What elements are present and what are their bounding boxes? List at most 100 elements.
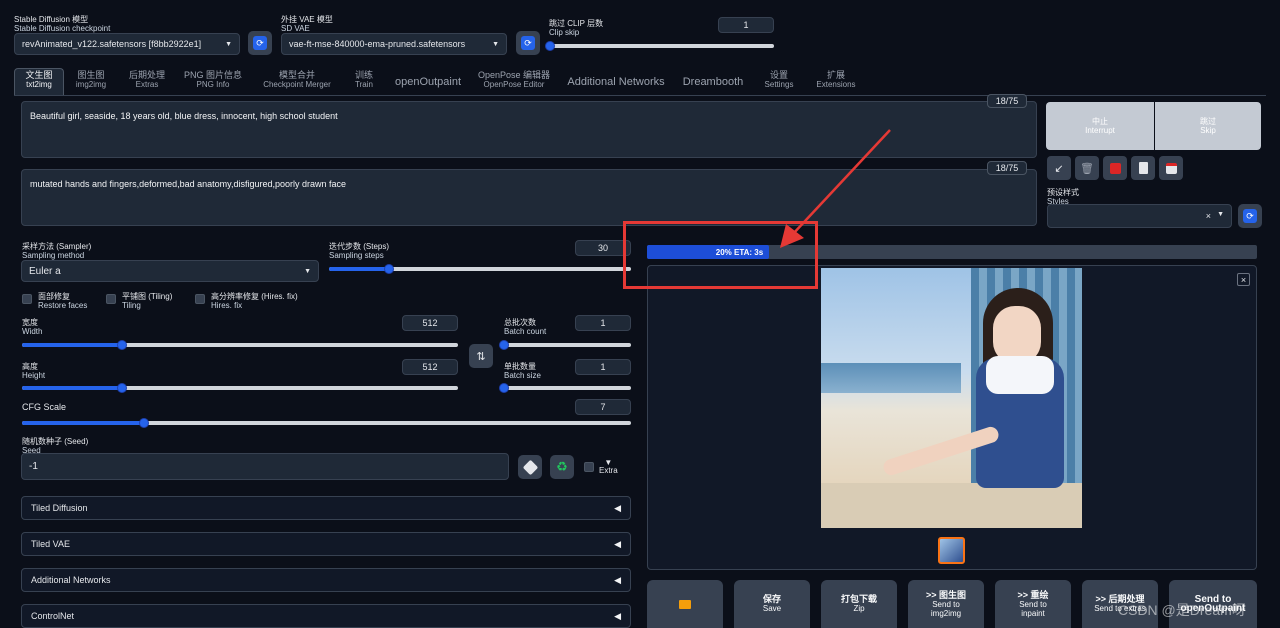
show-extra-networks-button[interactable] — [1103, 156, 1127, 180]
collapse-triangle-icon: ◀ — [614, 610, 621, 621]
chevron-down-icon: ▼ — [1217, 211, 1224, 218]
tab-extensions[interactable]: 扩展 Extensions — [810, 70, 862, 90]
zip-button[interactable]: 打包下载 Zip — [821, 580, 897, 628]
tab-additional-networks[interactable]: Additional Networks — [562, 70, 670, 94]
prompt-token-counter: 18/75 — [987, 94, 1027, 108]
sampler-label: 采样方法 (Sampler) Sampling method — [22, 242, 92, 260]
floor — [821, 483, 1082, 528]
clip-skip-slider[interactable] — [545, 41, 774, 51]
tab-openoutpaint[interactable]: openOutpaint — [390, 70, 466, 94]
width-label: 宽度 Width — [22, 318, 43, 336]
collapse-triangle-icon: ◀ — [614, 502, 621, 513]
tab-txt2img[interactable]: 文生图 txt2img — [14, 70, 64, 90]
vae-label: 外挂 VAE 模型 SD VAE — [281, 15, 333, 33]
width-value[interactable]: 512 — [402, 315, 458, 331]
swap-dimensions-button[interactable]: ⇅ — [469, 344, 493, 368]
save-style-button[interactable] — [1159, 156, 1183, 180]
random-seed-button[interactable] — [518, 455, 542, 479]
tab-settings[interactable]: 设置 Settings — [758, 70, 800, 90]
refresh-checkpoint-button[interactable]: ⟳ — [248, 31, 272, 55]
tab-img2img[interactable]: 图生图 img2img — [68, 70, 114, 90]
collapse-triangle-icon: ◀ — [614, 574, 621, 585]
tab-extras[interactable]: 后期处理 Extras — [122, 70, 172, 90]
sampler-select[interactable]: Euler a ▼ — [21, 260, 319, 282]
send-to-inpaint-button[interactable]: >> 重绘 Send to inpaint — [995, 580, 1071, 628]
vae-select[interactable]: vae-ft-mse-840000-ema-pruned.safetensors… — [281, 33, 507, 55]
watermark: CSDN @是Dream呀 — [1118, 602, 1246, 618]
cfg-scale-value[interactable]: 7 — [575, 399, 631, 415]
reuse-seed-button[interactable]: ♻ — [550, 455, 574, 479]
tab-png-info[interactable]: PNG 图片信息 PNG Info — [180, 70, 246, 90]
clipboard-icon — [1138, 162, 1148, 174]
slider-knob[interactable] — [499, 383, 509, 393]
width-slider[interactable] — [22, 340, 458, 350]
send-to-img2img-button[interactable]: >> 图生图 Send to img2img — [908, 580, 984, 628]
clear-prompt-button[interactable]: 🗑 — [1075, 156, 1099, 180]
checkpoint-select[interactable]: revAnimated_v122.safetensors [f8bb2922e1… — [14, 33, 240, 55]
accordion-controlnet[interactable]: ControlNet ◀ — [21, 604, 631, 628]
chevron-down-icon: ▼ — [304, 267, 311, 275]
slider-knob[interactable] — [117, 340, 128, 350]
clip-skip-value[interactable]: 1 — [718, 17, 774, 33]
steps-slider[interactable] — [329, 264, 631, 274]
read-params-button[interactable]: ↙ — [1047, 156, 1071, 180]
floppy-disk-icon — [1165, 162, 1177, 174]
accordion-tiled-diffusion[interactable]: Tiled Diffusion ◀ — [21, 496, 631, 520]
cfg-scale-slider[interactable] — [22, 418, 631, 428]
hires-fix-label: 高分辨率修复 (Hires. fix) Hires. fix — [211, 292, 298, 310]
seed-input[interactable]: -1 — [21, 453, 509, 480]
tab-openpose-editor[interactable]: OpenPose 编辑器 OpenPose Editor — [476, 70, 552, 90]
slider-knob[interactable] — [384, 264, 395, 274]
extra-seed-label: ▼ Extra — [599, 458, 618, 475]
apply-style-button[interactable] — [1131, 156, 1155, 180]
extra-seed-checkbox[interactable] — [584, 462, 594, 472]
tiling-label: 平铺图 (Tiling) Tiling — [122, 292, 173, 310]
interrupt-button[interactable]: 中止 Interrupt — [1046, 102, 1154, 150]
save-button[interactable]: 保存 Save — [734, 580, 810, 628]
tab-train[interactable]: 训练 Train — [346, 70, 382, 90]
folder-icon — [679, 599, 691, 609]
tab-checkpoint-merger[interactable]: 模型合并 Checkpoint Merger — [256, 70, 338, 90]
accordion-additional-networks[interactable]: Additional Networks ◀ — [21, 568, 631, 592]
styles-select[interactable]: × ▼ — [1047, 204, 1232, 228]
batch-size-slider[interactable] — [499, 383, 631, 393]
slider-knob[interactable] — [499, 340, 509, 350]
chevron-down-icon: ▼ — [492, 40, 499, 48]
height-value[interactable]: 512 — [402, 359, 458, 375]
thumbnail[interactable] — [938, 537, 965, 564]
batch-count-slider[interactable] — [499, 340, 631, 350]
refresh-styles-button[interactable]: ⟳ — [1238, 204, 1262, 228]
refresh-icon: ⟳ — [1243, 209, 1257, 223]
dice-icon — [522, 459, 538, 475]
accordion-tiled-vae[interactable]: Tiled VAE ◀ — [21, 532, 631, 556]
slider-knob[interactable] — [117, 383, 128, 393]
swap-arrows-icon: ⇅ — [476, 350, 486, 363]
steps-label: 迭代步数 (Steps) Sampling steps — [329, 242, 390, 260]
tiling-checkbox[interactable] — [106, 294, 116, 304]
refresh-vae-button[interactable]: ⟳ — [516, 31, 540, 55]
batch-count-value[interactable]: 1 — [575, 315, 631, 331]
batch-size-value[interactable]: 1 — [575, 359, 631, 375]
batch-count-label: 总批次数 Batch count — [504, 318, 547, 336]
hires-fix-checkbox[interactable] — [195, 294, 205, 304]
refresh-icon: ⟳ — [253, 36, 267, 50]
chevron-down-icon: ▼ — [225, 40, 232, 48]
arrow-down-left-icon: ↙ — [1054, 162, 1064, 175]
restore-faces-checkbox[interactable] — [22, 294, 32, 304]
close-icon[interactable]: × — [1237, 273, 1250, 286]
height-slider[interactable] — [22, 383, 458, 393]
skip-button[interactable]: 跳过 Skip — [1155, 102, 1261, 150]
checkpoint-label: Stable Diffusion 模型 Stable Diffusion che… — [14, 15, 111, 33]
annotation-arrow — [780, 129, 891, 248]
slider-knob[interactable] — [138, 418, 149, 428]
white-shirt — [986, 356, 1054, 394]
open-folder-button[interactable] — [647, 580, 723, 628]
generated-image[interactable] — [821, 268, 1082, 528]
slider-knob[interactable] — [545, 41, 555, 51]
negative-token-counter: 18/75 — [987, 161, 1027, 175]
sea — [821, 363, 961, 393]
cfg-scale-label: CFG Scale — [22, 402, 67, 412]
tab-dreambooth[interactable]: Dreambooth — [678, 70, 748, 94]
clear-icon[interactable]: × — [1206, 211, 1211, 221]
clip-skip-label: 跳过 CLIP 层数 Clip skip — [549, 19, 604, 37]
